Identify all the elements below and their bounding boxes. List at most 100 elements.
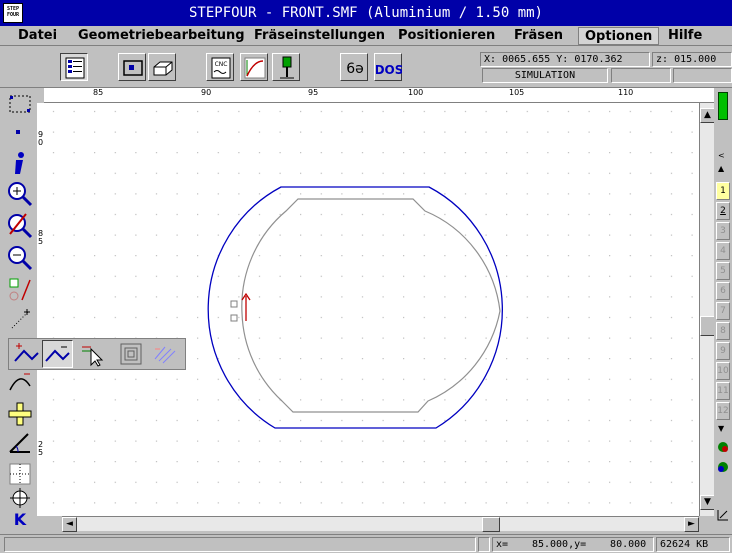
list-view-button[interactable] bbox=[60, 53, 88, 81]
menu-hilfe[interactable]: Hilfe bbox=[662, 27, 708, 45]
resize-corner-icon bbox=[717, 510, 728, 521]
plus-icon bbox=[8, 402, 32, 426]
menu-fraeseinstellungen[interactable]: Fräseinstellungen bbox=[248, 27, 391, 45]
status-bar: x= 85.000,y= 80.000 62624 KB bbox=[0, 534, 732, 553]
scroll-down-arrow-icon[interactable]: ▼ bbox=[718, 424, 728, 434]
cursor-x-value: 85.000 bbox=[531, 539, 569, 550]
layer-button-8[interactable]: 8 bbox=[716, 322, 730, 340]
layer-button-5[interactable]: 5 bbox=[716, 262, 730, 280]
horizontal-scroll-thumb[interactable] bbox=[482, 517, 500, 532]
layer-tool[interactable] bbox=[6, 276, 34, 304]
vertical-scrollbar[interactable]: ▲ ▼ bbox=[699, 103, 715, 516]
layer-button-9[interactable]: 9 bbox=[716, 342, 730, 360]
layer-button-10[interactable]: 10 bbox=[716, 362, 730, 380]
color-red-button[interactable] bbox=[716, 438, 730, 454]
ruler-label-v85: 85 bbox=[38, 229, 44, 246]
glasses-icon: 6ə bbox=[346, 61, 364, 77]
layer-button-7[interactable]: 7 bbox=[716, 302, 730, 320]
point-tool[interactable] bbox=[6, 120, 34, 148]
layer-icon bbox=[9, 278, 31, 301]
toolbar: CNC 6ə DOS X: 0065.655 Y: 0170.362 z: 01… bbox=[0, 47, 732, 88]
flyout-contour-left[interactable] bbox=[12, 341, 40, 367]
scroll-up-button[interactable]: ▲ bbox=[700, 108, 715, 123]
curve-icon bbox=[244, 57, 266, 79]
zoom-window-icon bbox=[8, 213, 33, 239]
arc-tool[interactable] bbox=[6, 368, 34, 396]
scroll-up-arrow-icon[interactable]: ▲ bbox=[718, 164, 728, 174]
plate-icon bbox=[153, 61, 173, 76]
menu-fraesen[interactable]: Fräsen bbox=[508, 27, 569, 45]
layer-button-12[interactable]: 12 bbox=[716, 402, 730, 420]
scroll-right-button[interactable]: ► bbox=[684, 517, 699, 532]
ruler-label-105: 105 bbox=[509, 88, 525, 97]
plate-button[interactable] bbox=[148, 53, 176, 81]
cnc-file-icon: CNC bbox=[211, 57, 231, 79]
dos-button[interactable]: DOS bbox=[374, 53, 402, 81]
status-indicator bbox=[478, 537, 490, 552]
flyout-pocket[interactable] bbox=[117, 341, 145, 367]
collapse-arrow-icon[interactable]: < bbox=[718, 152, 728, 160]
angle-tool[interactable] bbox=[6, 430, 34, 458]
add-tool[interactable] bbox=[6, 400, 34, 428]
flyout-contour-right[interactable] bbox=[42, 340, 73, 368]
drawing-canvas[interactable] bbox=[45, 103, 699, 516]
menu-geometriebearbeitung[interactable]: Geometriebearbeitung bbox=[72, 27, 251, 45]
cursor-position: x= 85.000,y= 80.000 bbox=[492, 537, 654, 552]
status-field-2 bbox=[673, 68, 732, 83]
scroll-left-button[interactable]: ◄ bbox=[62, 517, 77, 532]
contour-left-icon bbox=[14, 343, 39, 362]
k-tool[interactable]: K bbox=[6, 508, 34, 536]
k-label: K bbox=[13, 510, 27, 529]
coord-z-label: z: bbox=[656, 54, 669, 65]
cnc-label: CNC bbox=[215, 61, 228, 68]
origin-icon bbox=[11, 309, 30, 329]
list-view-icon bbox=[65, 57, 85, 79]
coord-z-value: 015.000 bbox=[674, 54, 717, 65]
cnc-file-button[interactable]: CNC bbox=[206, 53, 234, 81]
contour-right-icon bbox=[45, 346, 70, 362]
info-tool[interactable] bbox=[6, 150, 34, 178]
selection-box-tool[interactable] bbox=[6, 90, 34, 118]
frame-button[interactable] bbox=[118, 53, 146, 81]
layer-button-6[interactable]: 6 bbox=[716, 282, 730, 300]
menu-datei[interactable]: Datei bbox=[12, 27, 63, 45]
layer-button-3[interactable]: 3 bbox=[716, 222, 730, 240]
curve-button[interactable] bbox=[240, 53, 268, 81]
view-button[interactable]: 6ə bbox=[340, 53, 368, 81]
flyout-hatch[interactable] bbox=[151, 341, 179, 367]
ruler-label-110: 110 bbox=[618, 88, 634, 97]
scroll-down-button[interactable]: ▼ bbox=[700, 495, 715, 510]
color-red-icon bbox=[718, 442, 728, 452]
layer-button-2[interactable]: 2 bbox=[716, 202, 730, 220]
zoom-in-tool[interactable] bbox=[6, 180, 34, 208]
flyout-select-contour[interactable] bbox=[79, 341, 107, 367]
ruler-label-90: 90 bbox=[201, 88, 212, 97]
vertical-ruler: 90 85 25 bbox=[37, 103, 45, 516]
menu-optionen[interactable]: Optionen bbox=[578, 27, 660, 45]
angle-icon bbox=[9, 433, 30, 453]
info-icon bbox=[15, 152, 24, 174]
resize-corner-button[interactable] bbox=[716, 506, 730, 522]
vertical-scroll-thumb[interactable] bbox=[700, 316, 715, 336]
zoom-window-tool[interactable] bbox=[6, 212, 34, 240]
ruler-label-v90: 90 bbox=[38, 130, 44, 147]
menu-positionieren[interactable]: Positionieren bbox=[392, 27, 501, 45]
layer-button-1[interactable]: 1 bbox=[716, 182, 730, 200]
layer-button-11[interactable]: 11 bbox=[716, 382, 730, 400]
color-green-icon bbox=[718, 462, 728, 472]
zoom-out-tool[interactable] bbox=[6, 244, 34, 272]
ruler-label-95: 95 bbox=[308, 88, 319, 97]
layer-button-4[interactable]: 4 bbox=[716, 242, 730, 260]
horizontal-scrollbar[interactable]: ◄ ► bbox=[62, 516, 699, 532]
color-green-button[interactable] bbox=[716, 458, 730, 474]
frame-icon bbox=[123, 60, 143, 76]
mode-display: SIMULATION bbox=[482, 68, 608, 83]
zoom-in-icon bbox=[8, 182, 33, 207]
app-icon[interactable]: STEP FOUR bbox=[3, 3, 23, 23]
status-message bbox=[4, 537, 476, 552]
coord-xy-display: X: 0065.655 Y: 0170.362 bbox=[480, 52, 650, 67]
right-tool-strip: < ▲ 1 2 3 4 5 6 7 8 9 10 11 12 ▼ bbox=[714, 88, 732, 534]
menu-bar: Datei Geometriebearbeitung Fräseinstellu… bbox=[0, 26, 732, 46]
origin-tool[interactable] bbox=[6, 306, 34, 334]
tool-button[interactable] bbox=[272, 53, 300, 81]
